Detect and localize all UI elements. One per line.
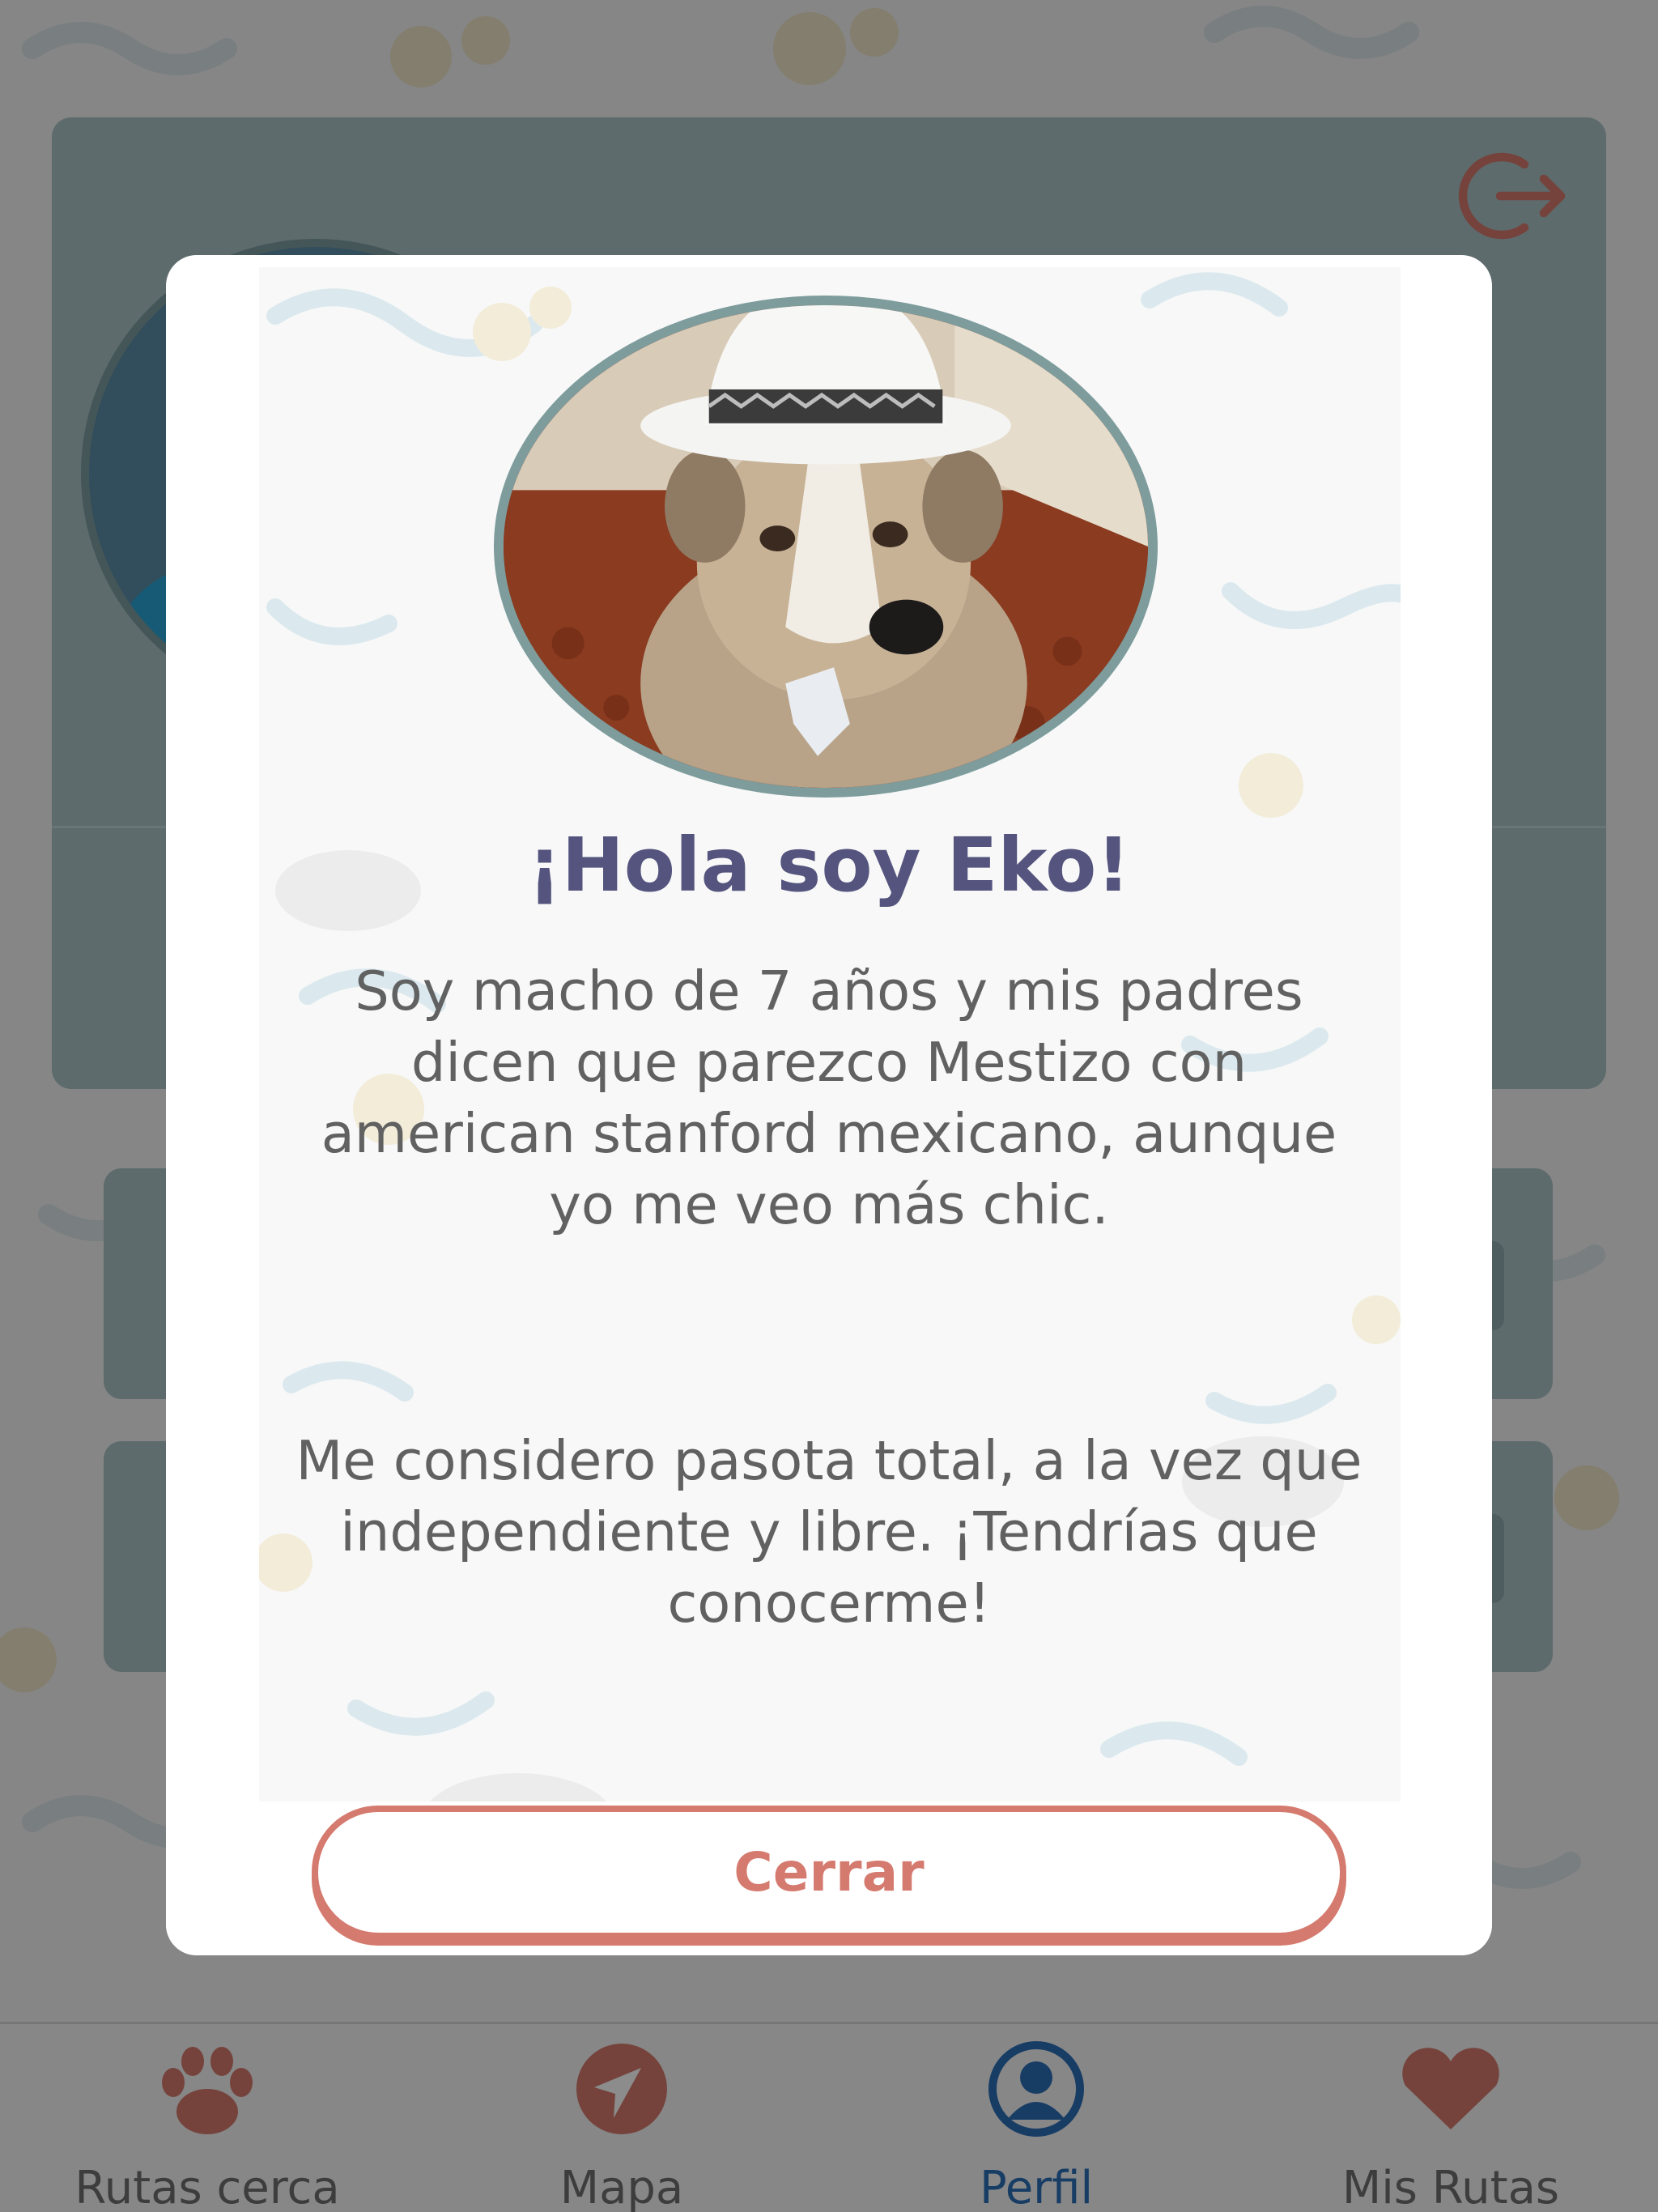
close-button[interactable]: Cerrar: [312, 1806, 1346, 1939]
pet-info-modal: ¡Hola soy Eko! Soy macho de 7 años y mis…: [166, 255, 1492, 1955]
modal-paragraph-1: Soy macho de 7 años y mis padres dicen q…: [321, 959, 1337, 1236]
modal-paragraph-2: Me considero pasota total, a la vez que …: [295, 1429, 1363, 1635]
modal-title: ¡Hola soy Eko!: [527, 822, 1131, 908]
pet-photo: [494, 296, 1158, 798]
